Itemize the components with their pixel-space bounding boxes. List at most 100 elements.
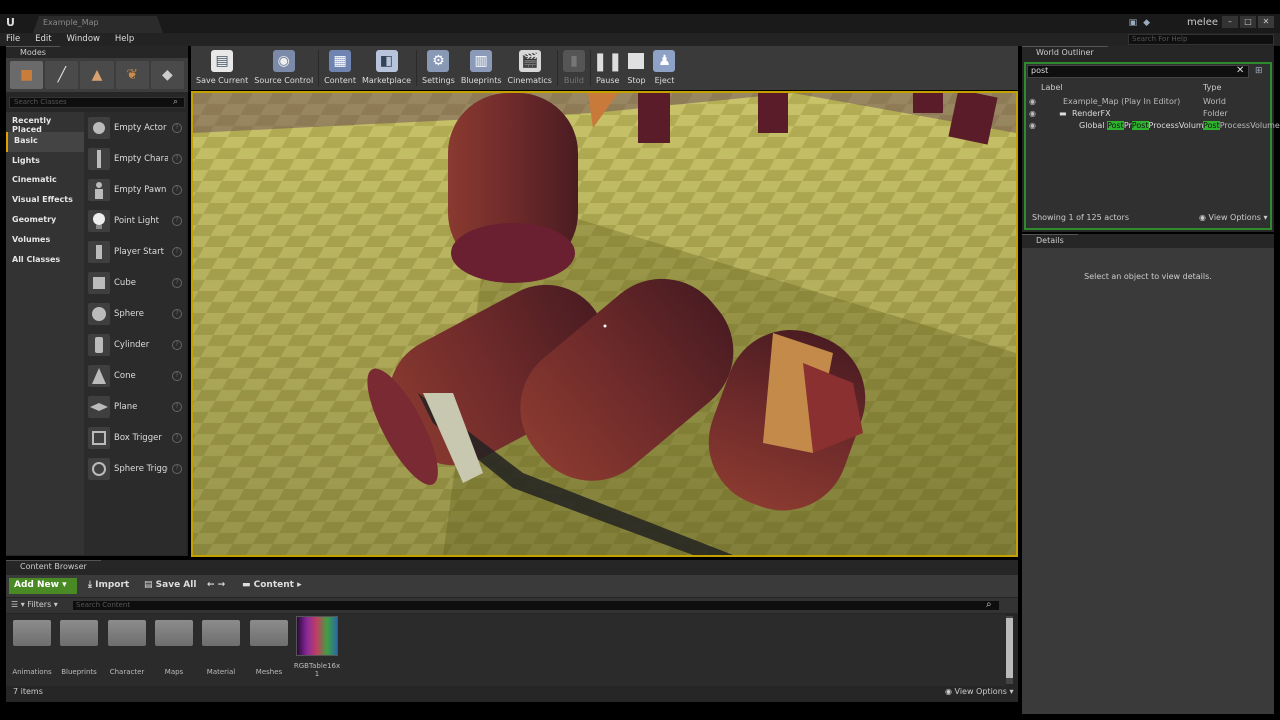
place-mode-icon[interactable]: ■ <box>10 61 44 89</box>
save-current-button[interactable]: ▤ Save Current <box>193 46 251 90</box>
category-all-classes[interactable]: All Classes <box>6 251 84 271</box>
pause-button[interactable]: ❚❚ Pause <box>593 46 623 90</box>
tab-modes[interactable]: Modes <box>6 46 60 58</box>
eye-icon[interactable]: ◉ <box>1029 97 1036 106</box>
place-item[interactable]: Point Light? <box>84 205 186 236</box>
save-all-button[interactable]: ▤ Save All <box>144 580 196 590</box>
tab-content-browser[interactable]: Content Browser <box>6 560 101 572</box>
cinematics-button[interactable]: 🎬 Cinematics <box>505 46 555 90</box>
place-item[interactable]: Plane? <box>84 391 186 422</box>
build-button[interactable]: ▮ Build <box>560 46 588 90</box>
filters-button[interactable]: ☰ ▾ Filters ▾ <box>11 600 58 609</box>
blueprints-button[interactable]: ▥ Blueprints <box>458 46 505 90</box>
geometry-mode-icon[interactable]: ◆ <box>150 61 185 89</box>
help-icon[interactable]: ? <box>172 432 182 443</box>
close-icon[interactable]: ✕ <box>1258 16 1274 28</box>
help-icon[interactable]: ? <box>172 215 182 226</box>
asset-texture[interactable]: RGBTable16x1 <box>293 616 341 678</box>
help-icon[interactable]: ? <box>172 370 182 381</box>
content-button[interactable]: ▦ Content <box>321 46 359 90</box>
source-control-icon[interactable]: ◆ <box>1143 18 1150 28</box>
category-visual-effects[interactable]: Visual Effects <box>6 191 84 211</box>
box-trigger-icon <box>88 426 110 449</box>
asset-folder[interactable]: Material <box>201 618 241 676</box>
help-icon[interactable]: ? <box>172 122 182 133</box>
category-volumes[interactable]: Volumes <box>6 231 84 251</box>
place-item[interactable]: Cone? <box>84 360 186 391</box>
tree-row[interactable]: ◉ ▬ RenderFX Folder <box>1027 109 1270 121</box>
maximize-icon[interactable]: □ <box>1240 16 1256 28</box>
category-basic[interactable]: Basic <box>6 131 84 152</box>
content-view-options[interactable]: ◉ View Options ▾ <box>945 687 1014 696</box>
menu-window[interactable]: Window <box>60 33 106 45</box>
folder-icon <box>13 620 51 646</box>
place-item[interactable]: Sphere? <box>84 298 186 329</box>
eject-button[interactable]: ♟ Eject <box>650 46 678 90</box>
asset-folder[interactable]: Animations <box>12 618 52 676</box>
asset-folder[interactable]: Character <box>107 618 147 676</box>
help-icon[interactable]: ? <box>172 277 182 288</box>
help-icon[interactable]: ? <box>172 308 182 319</box>
item-count: 7 items <box>13 687 43 696</box>
help-icon[interactable]: ? <box>172 463 182 474</box>
tree-row[interactable]: ◉ Example_Map (Play In Editor) World <box>1027 97 1270 109</box>
stop-button[interactable]: Stop <box>622 46 650 90</box>
category-cinematic[interactable]: Cinematic <box>6 171 84 191</box>
place-item[interactable]: Cube? <box>84 267 186 298</box>
asset-folder[interactable]: Meshes <box>249 618 289 676</box>
place-item[interactable]: Empty Actor? <box>84 112 186 143</box>
menu-help[interactable]: Help <box>109 33 140 45</box>
asset-folder[interactable]: Maps <box>154 618 194 676</box>
help-icon[interactable]: ? <box>172 153 182 164</box>
category-lights[interactable]: Lights <box>6 152 84 172</box>
place-item[interactable]: Box Trigger? <box>84 422 186 453</box>
add-filter-icon[interactable]: ⊞ <box>1255 66 1263 76</box>
help-search-input[interactable]: Search For Help <box>1128 34 1274 45</box>
help-icon[interactable]: ? <box>172 184 182 195</box>
path-breadcrumb[interactable]: ▬ Content ▸ <box>242 580 302 590</box>
col-type[interactable]: Type <box>1203 83 1221 92</box>
minimize-icon[interactable]: – <box>1222 16 1238 28</box>
landscape-mode-icon[interactable]: ▲ <box>80 61 114 89</box>
search-classes-input[interactable]: Search Classes <box>9 97 185 108</box>
category-recently-placed[interactable]: Recently Placed <box>6 112 84 134</box>
eye-icon[interactable]: ◉ <box>1029 109 1036 118</box>
help-icon[interactable]: ? <box>172 339 182 350</box>
place-item[interactable]: Empty Charac? <box>84 143 186 174</box>
help-icon[interactable]: ? <box>172 246 182 257</box>
place-item[interactable]: Empty Pawn? <box>84 174 186 205</box>
menu-edit[interactable]: Edit <box>29 33 57 45</box>
tab-example-map[interactable]: Example_Map <box>33 16 163 33</box>
content-search-input[interactable]: Search Content <box>72 600 1000 611</box>
back-forward-icon[interactable]: ← → <box>207 580 225 590</box>
tab-details[interactable]: Details <box>1022 234 1078 246</box>
marketplace-button[interactable]: ◧ Marketplace <box>359 46 414 90</box>
place-item[interactable]: Sphere Trigge? <box>84 453 186 484</box>
scrollbar[interactable] <box>1006 616 1013 684</box>
folder-icon <box>60 620 98 646</box>
place-item[interactable]: Player Start? <box>84 236 186 267</box>
category-geometry[interactable]: Geometry <box>6 211 84 231</box>
chat-icon[interactable]: ▣ <box>1129 18 1138 28</box>
clear-filter-icon[interactable]: ✕ <box>1236 65 1244 76</box>
menu-file[interactable]: File <box>0 33 26 45</box>
help-icon[interactable]: ? <box>172 401 182 412</box>
outliner-view-options[interactable]: ◉ View Options ▾ <box>1199 213 1268 222</box>
level-viewport[interactable] <box>191 91 1018 557</box>
source-control-button[interactable]: ◉ Source Control <box>251 46 316 90</box>
asset-folder[interactable]: Blueprints <box>59 618 99 676</box>
tree-row[interactable]: ◉ Global PostPrPostProcessVolume PostPro… <box>1027 121 1280 133</box>
add-new-button[interactable]: Add New ▾ <box>9 578 77 594</box>
settings-button[interactable]: ⚙ Settings <box>419 46 458 90</box>
place-item[interactable]: Cylinder? <box>84 329 186 360</box>
eye-icon: ◉ <box>1199 213 1206 222</box>
outliner-filter-input[interactable]: post <box>1027 65 1249 78</box>
col-label[interactable]: Label <box>1041 83 1063 92</box>
plane-icon <box>88 395 110 418</box>
paint-mode-icon[interactable]: ╱ <box>45 61 79 89</box>
foliage-mode-icon[interactable]: ❦ <box>115 61 149 89</box>
source-control-icon: ◉ <box>272 50 295 72</box>
eye-icon[interactable]: ◉ <box>1029 121 1036 130</box>
tab-world-outliner[interactable]: World Outliner <box>1022 46 1108 58</box>
import-button[interactable]: ⤓ Import <box>88 580 129 590</box>
